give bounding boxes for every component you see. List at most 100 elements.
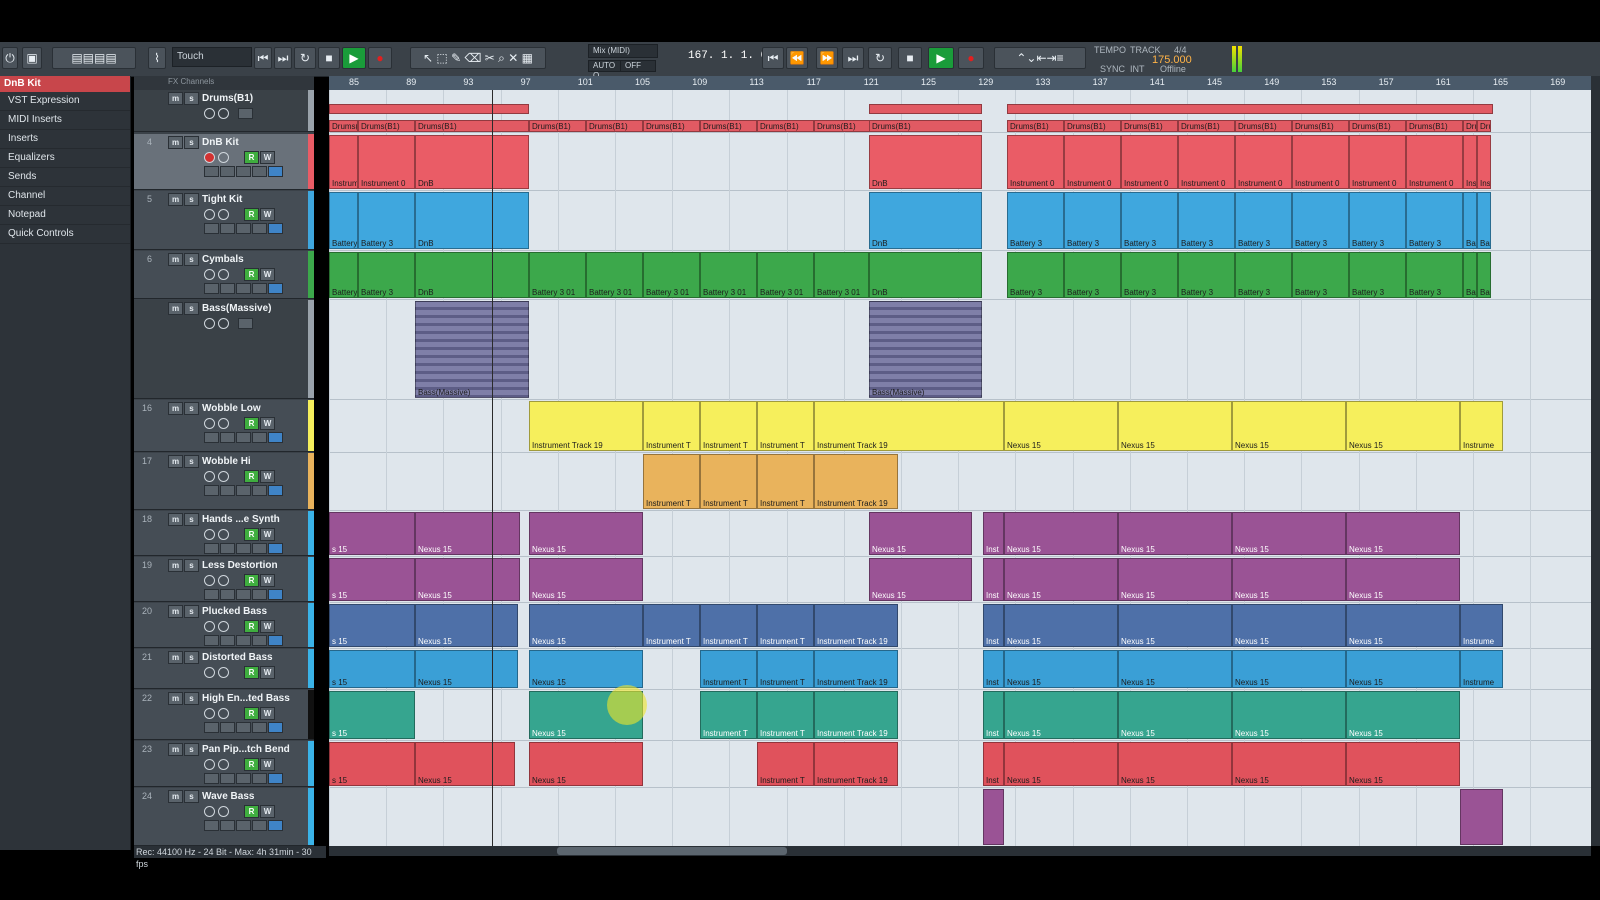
inspector-sends[interactable]: Sends bbox=[0, 168, 130, 187]
event-clip[interactable]: Nexus 15 bbox=[529, 558, 643, 601]
track-option-icon[interactable] bbox=[204, 773, 219, 784]
event-clip[interactable]: Bass(Massive) bbox=[869, 301, 982, 398]
track-option-icon[interactable] bbox=[204, 432, 219, 443]
track-option-icon[interactable] bbox=[236, 283, 251, 294]
track-option-icon[interactable] bbox=[236, 820, 251, 831]
solo-button[interactable]: s bbox=[184, 743, 199, 756]
event-clip[interactable]: Instrument Track 19 bbox=[814, 742, 898, 786]
event-clip[interactable]: Instrument Track 19 bbox=[529, 401, 643, 451]
track-name[interactable]: DnB Kit bbox=[202, 137, 239, 148]
event-clip[interactable]: Drums(B1) bbox=[1235, 120, 1292, 132]
monitor-icon[interactable] bbox=[218, 108, 229, 119]
mute-button[interactable]: m bbox=[168, 513, 183, 526]
track-name[interactable]: Less Destortion bbox=[202, 560, 278, 571]
event-clip[interactable]: Battery 3 bbox=[358, 192, 415, 249]
track-row[interactable]: 24 Wave Bass m s R W bbox=[134, 788, 314, 846]
inspector-vst-expression[interactable]: VST Expression bbox=[0, 92, 130, 111]
event-clip[interactable]: Battery 3 bbox=[1007, 252, 1064, 298]
track-option-icon[interactable] bbox=[220, 635, 235, 646]
record-enable-icon[interactable] bbox=[204, 269, 215, 280]
track-option-icon[interactable] bbox=[220, 589, 235, 600]
record-enable-icon[interactable] bbox=[204, 575, 215, 586]
track-option-icon[interactable] bbox=[268, 432, 283, 443]
mute-button[interactable]: m bbox=[168, 559, 183, 572]
track-option-icon[interactable] bbox=[220, 543, 235, 554]
event-clip[interactable]: Battery 3 bbox=[329, 192, 358, 249]
track-option-icon[interactable] bbox=[268, 223, 283, 234]
monitor-icon[interactable] bbox=[218, 529, 229, 540]
solo-button[interactable]: s bbox=[184, 455, 199, 468]
track-option-icon[interactable] bbox=[252, 543, 267, 554]
event-clip[interactable] bbox=[1460, 789, 1503, 845]
transport-record-button[interactable]: ● bbox=[958, 47, 984, 69]
event-clip[interactable]: Instrument T bbox=[643, 454, 700, 509]
monitor-icon[interactable] bbox=[218, 708, 229, 719]
event-clip[interactable]: Battery 3 bbox=[1292, 252, 1349, 298]
event-clip[interactable]: Drums(B1) bbox=[1477, 120, 1491, 132]
track-option-icon[interactable] bbox=[252, 283, 267, 294]
event-clip[interactable]: s 15 bbox=[329, 512, 415, 555]
track-option-icon[interactable] bbox=[220, 223, 235, 234]
event-clip[interactable]: Nexus 15 bbox=[1346, 512, 1460, 555]
event-clip[interactable]: Drums(B1) bbox=[586, 120, 643, 132]
record-enable-icon[interactable] bbox=[204, 759, 215, 770]
event-clip[interactable]: Instrument T bbox=[757, 650, 814, 688]
track-option-icon[interactable] bbox=[204, 722, 219, 733]
event-clip[interactable]: Nexus 15 bbox=[1232, 604, 1346, 647]
monitor-icon[interactable] bbox=[218, 575, 229, 586]
track-option-icon[interactable] bbox=[268, 166, 283, 177]
transport-end-icon[interactable]: ⏭ bbox=[842, 47, 864, 69]
event-clip[interactable]: s 15 bbox=[329, 691, 415, 739]
track-name[interactable]: Plucked Bass bbox=[202, 606, 267, 617]
event-clip[interactable]: Battery 3 bbox=[1477, 192, 1491, 249]
event-clip[interactable]: Nexus 15 bbox=[1118, 604, 1232, 647]
event-clip[interactable]: Nexus 15 bbox=[415, 558, 520, 601]
event-clip[interactable]: DnB bbox=[415, 192, 529, 249]
folder-icon[interactable] bbox=[238, 108, 253, 119]
mute-button[interactable]: m bbox=[168, 651, 183, 664]
mute-button[interactable]: m bbox=[168, 790, 183, 803]
record-button[interactable]: ● bbox=[368, 47, 392, 69]
event-clip[interactable]: Nexus 15 bbox=[529, 512, 643, 555]
write-automation-button[interactable]: W bbox=[260, 528, 275, 541]
event-clip[interactable]: Nexus 15 bbox=[529, 742, 643, 786]
event-clip[interactable]: Nexus 15 bbox=[1118, 691, 1232, 739]
track-name[interactable]: Bass(Massive) bbox=[202, 303, 271, 314]
event-clip[interactable]: Nexus 15 bbox=[1118, 401, 1232, 451]
track-name[interactable]: Wobble Low bbox=[202, 403, 261, 414]
track-option-icon[interactable] bbox=[220, 485, 235, 496]
event-clip[interactable]: DnB bbox=[415, 252, 529, 298]
go-to-start-icon[interactable]: ⏮ bbox=[254, 47, 272, 69]
write-automation-button[interactable]: W bbox=[260, 417, 275, 430]
event-clip[interactable]: Nexus 15 bbox=[1346, 691, 1460, 739]
track-option-icon[interactable] bbox=[252, 589, 267, 600]
monitor-icon[interactable] bbox=[218, 806, 229, 817]
track-row[interactable]: Drums(B1) m s bbox=[134, 90, 314, 132]
event-clip[interactable]: s 15 bbox=[329, 604, 415, 647]
event-clip[interactable]: Drums(B1) bbox=[329, 120, 358, 132]
record-enable-icon[interactable] bbox=[204, 708, 215, 719]
track-option-icon[interactable] bbox=[204, 485, 219, 496]
event-clip[interactable]: Drums(B1) bbox=[814, 120, 871, 132]
event-clip[interactable]: Instrument T bbox=[700, 650, 757, 688]
auto-q-value[interactable]: OFF bbox=[620, 60, 656, 72]
track-option-icon[interactable] bbox=[236, 773, 251, 784]
event-clip[interactable]: Drums(B1) bbox=[1463, 120, 1477, 132]
track-option-icon[interactable] bbox=[236, 223, 251, 234]
event-clip[interactable]: Instrument T bbox=[700, 454, 757, 509]
mute-button[interactable]: m bbox=[168, 302, 183, 315]
event-clip[interactable]: Instrument T bbox=[700, 604, 757, 647]
event-clip[interactable]: Drums(B1) bbox=[700, 120, 757, 132]
mute-button[interactable]: m bbox=[168, 692, 183, 705]
event-clip[interactable] bbox=[1007, 104, 1493, 114]
event-clip[interactable]: Nexus 15 bbox=[415, 742, 515, 786]
track-option-icon[interactable] bbox=[268, 283, 283, 294]
track-option-icon[interactable] bbox=[268, 485, 283, 496]
track-option-icon[interactable] bbox=[268, 635, 283, 646]
solo-button[interactable]: s bbox=[184, 790, 199, 803]
track-row[interactable]: Bass(Massive) m s bbox=[134, 300, 314, 399]
event-clip[interactable]: Drums(B1) bbox=[869, 120, 982, 132]
event-clip[interactable]: Nexus 15 bbox=[1346, 604, 1460, 647]
mute-button[interactable]: m bbox=[168, 92, 183, 105]
write-automation-button[interactable]: W bbox=[260, 666, 275, 679]
